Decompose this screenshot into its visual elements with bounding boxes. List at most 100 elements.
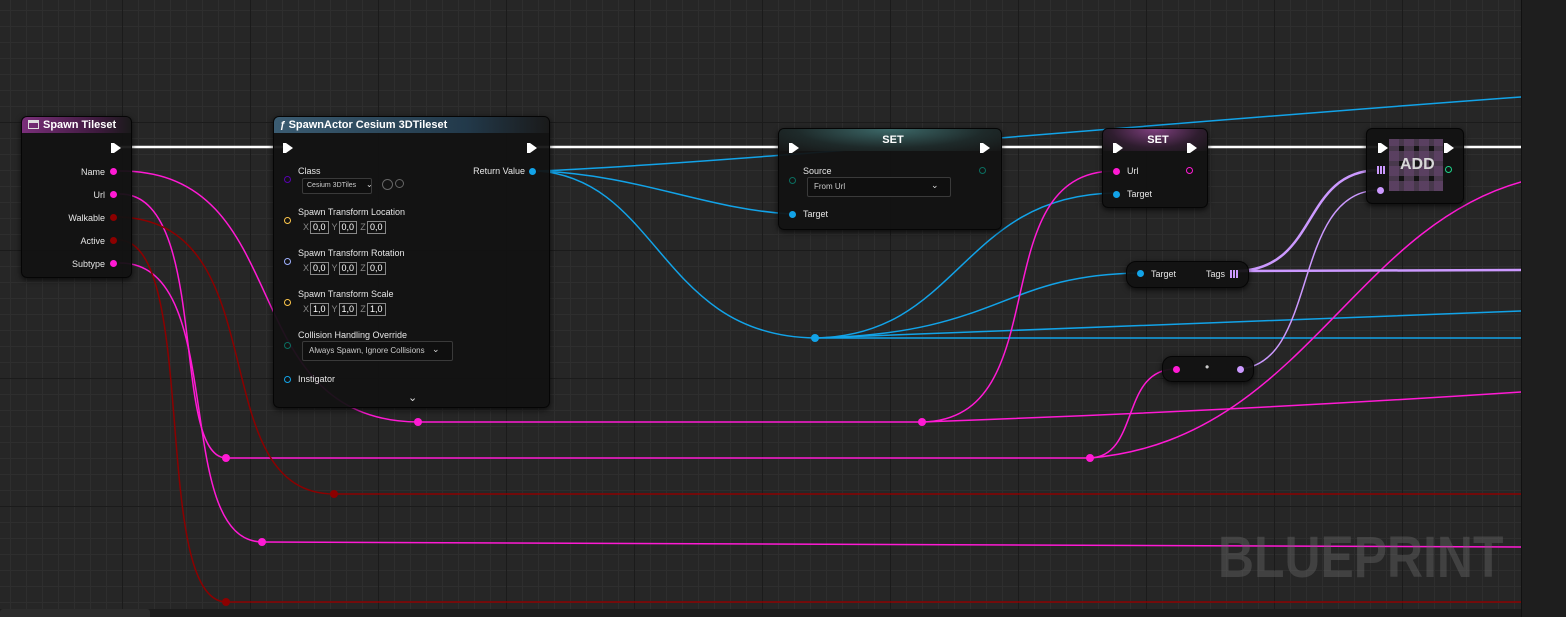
object-wire	[814, 272, 1140, 339]
collision-input-pin[interactable]	[284, 342, 291, 349]
chevron-down-icon: ⌄	[931, 180, 939, 190]
subtype-output-pin[interactable]	[110, 260, 117, 267]
reroute-knot[interactable]	[222, 598, 230, 606]
collision-dropdown[interactable]: Always Spawn, Ignore Collisions	[302, 341, 453, 361]
bottom-panel-bar	[0, 609, 1521, 617]
rotation-y-field[interactable]: 0,0	[338, 262, 358, 275]
return-value-output-pin[interactable]	[529, 168, 536, 175]
node-title: Spawn Tileset	[43, 119, 117, 131]
class-input-pin[interactable]	[284, 176, 291, 183]
instigator-label: Instigator	[298, 374, 336, 384]
expand-advanced-chevron-icon[interactable]: ⌄	[408, 391, 417, 404]
index-output-pin[interactable]	[1445, 166, 1452, 173]
class-value: Cesium 3DTiles	[307, 182, 357, 189]
rotation-x-field[interactable]: 0,0	[310, 262, 329, 275]
set-source-node[interactable]: SET Source From Url ⌄ Target	[778, 128, 1002, 230]
name-output-pin[interactable]	[1237, 366, 1244, 373]
reroute-knot[interactable]	[258, 538, 266, 546]
scale-input-pin[interactable]	[284, 299, 291, 306]
target-input-pin[interactable]	[789, 211, 796, 218]
scale-label: Spawn Transform Scale	[298, 289, 394, 299]
location-label: Spawn Transform Location	[298, 207, 406, 217]
location-y-field[interactable]: 0,0	[338, 221, 358, 234]
new-item-input-pin[interactable]	[1377, 187, 1384, 194]
location-input-pin[interactable]	[284, 217, 291, 224]
class-dropdown[interactable]: Cesium 3DTiles	[302, 178, 372, 194]
walkable-output-pin[interactable]	[110, 214, 117, 221]
pin-label-url: Url	[93, 190, 106, 200]
rotation-z-field[interactable]: 0,0	[367, 262, 386, 275]
exec-input-pin[interactable]	[1378, 143, 1388, 153]
exec-output-pin[interactable]	[1187, 143, 1197, 153]
collision-value: Always Spawn, Ignore Collisions	[309, 346, 425, 355]
name-output-pin[interactable]	[110, 168, 117, 175]
location-x-field[interactable]: 0,0	[310, 221, 329, 234]
object-wire	[537, 170, 816, 339]
array-grid-icon[interactable]	[1230, 270, 1238, 278]
convert-string-to-name-node[interactable]: •	[1162, 356, 1254, 382]
event-icon	[28, 120, 39, 129]
pin-label-active: Active	[80, 236, 105, 246]
active-output-pin[interactable]	[110, 237, 117, 244]
exec-output-pin[interactable]	[111, 143, 121, 153]
reroute-knot[interactable]	[330, 490, 338, 498]
function-icon: ƒ	[280, 120, 286, 131]
source-label: Source	[803, 166, 832, 176]
pin-label-walkable: Walkable	[68, 213, 105, 223]
reroute-knot[interactable]	[414, 418, 422, 426]
bottom-panel-tab[interactable]	[0, 609, 150, 617]
pin-label-name: Name	[80, 167, 105, 177]
exec-output-pin[interactable]	[527, 143, 537, 153]
target-label: Target	[1127, 189, 1153, 199]
convert-symbol: •	[1205, 360, 1210, 374]
spawn-actor-node[interactable]: ƒ SpawnActor Cesium 3DTileset Class Cesiu…	[273, 116, 550, 408]
target-input-pin[interactable]	[1113, 191, 1120, 198]
return-value-label: Return Value	[473, 166, 525, 176]
source-input-pin[interactable]	[789, 177, 796, 184]
bool-wire	[117, 239, 227, 603]
string-wire	[119, 262, 263, 543]
string-input-pin[interactable]	[1173, 366, 1180, 373]
url-output-pin[interactable]	[110, 191, 117, 198]
node-header: Spawn Tileset	[22, 117, 131, 133]
array-grid-icon[interactable]	[1377, 166, 1385, 174]
set-url-node[interactable]: SET Url Target	[1102, 128, 1208, 208]
reroute-knot[interactable]	[1086, 454, 1094, 462]
reroute-knot[interactable]	[222, 454, 230, 462]
scale-z-field[interactable]: 1,0	[367, 303, 386, 316]
target-input-pin[interactable]	[1137, 270, 1144, 277]
scale-vector-fields[interactable]: X 1,0 Y 1,0 Z 1,0	[302, 303, 388, 316]
spawn-tileset-event-node[interactable]: Spawn Tileset Name Url Walkable Active S…	[21, 116, 132, 278]
exec-output-pin[interactable]	[980, 143, 990, 153]
url-input-pin[interactable]	[1113, 168, 1120, 175]
rotation-input-pin[interactable]	[284, 258, 291, 265]
string-wire	[1089, 181, 1521, 459]
rotation-label: Spawn Transform Rotation	[298, 248, 405, 258]
location-vector-fields[interactable]: X 0,0 Y 0,0 Z 0,0	[302, 221, 388, 234]
object-wire	[537, 170, 791, 215]
string-wire	[921, 391, 1521, 423]
use-selected-icon[interactable]	[382, 179, 393, 190]
exec-output-pin[interactable]	[1444, 143, 1454, 153]
url-output-pin[interactable]	[1186, 167, 1193, 174]
tags-label: Tags	[1206, 269, 1226, 279]
rotation-vector-fields[interactable]: X 0,0 Y 0,0 Z 0,0	[302, 262, 388, 275]
array-add-node[interactable]: ADD	[1366, 128, 1464, 204]
name-wire	[1236, 168, 1380, 273]
source-output-pin[interactable]	[979, 167, 986, 174]
reroute-knot[interactable]	[918, 418, 926, 426]
node-title: SET	[1147, 134, 1169, 146]
object-wire	[814, 310, 1521, 339]
reroute-knot[interactable]	[811, 334, 819, 342]
source-dropdown[interactable]: From Url	[807, 177, 951, 197]
exec-input-pin[interactable]	[283, 143, 293, 153]
get-tags-node[interactable]: Target Tags	[1126, 261, 1249, 288]
instigator-input-pin[interactable]	[284, 376, 291, 383]
scale-x-field[interactable]: 1,0	[310, 303, 329, 316]
exec-input-pin[interactable]	[789, 143, 799, 153]
scale-y-field[interactable]: 1,0	[338, 303, 358, 316]
browse-search-icon[interactable]	[395, 179, 404, 188]
blueprint-watermark: BLUEPRINT	[1218, 525, 1504, 590]
exec-input-pin[interactable]	[1113, 143, 1123, 153]
location-z-field[interactable]: 0,0	[367, 221, 386, 234]
